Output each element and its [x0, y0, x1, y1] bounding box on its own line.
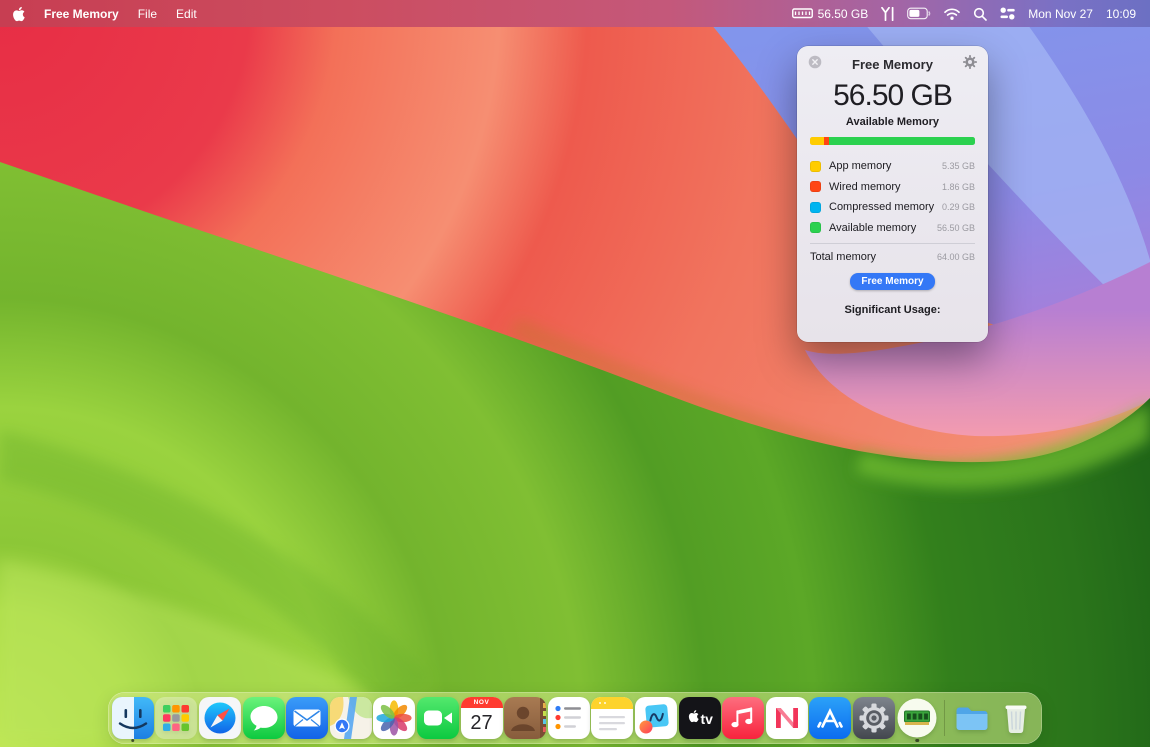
dock-item-apple-tv[interactable]: tv [678, 695, 722, 741]
dock-item-free-memory[interactable] [896, 695, 940, 741]
legend-label: Wired memory [829, 181, 901, 193]
messages-icon [243, 697, 285, 739]
available-memory-caption: Available Memory [797, 116, 988, 128]
legend-color-swatch [810, 161, 821, 172]
control-center-icon[interactable] [1000, 7, 1015, 20]
system-settings-icon [853, 697, 895, 739]
usage-bar-segment [829, 137, 975, 145]
memory-legend-row: Wired memory 1.86 GB [810, 177, 975, 198]
dock-item-launchpad[interactable] [155, 695, 199, 741]
legend-label: Compressed memory [829, 201, 934, 213]
legend-value: 1.86 GB [942, 182, 975, 192]
menu-bar-date[interactable]: Mon Nov 27 [1028, 7, 1093, 21]
launchpad-icon [155, 697, 197, 739]
legend-value: 0.29 GB [942, 202, 975, 212]
photos-icon [373, 697, 415, 739]
popover-title: Free Memory [852, 57, 933, 72]
menu-extra-icon[interactable] [881, 7, 894, 21]
spotlight-search-icon[interactable] [973, 7, 987, 21]
memory-usage-bar [810, 137, 975, 145]
dock-item-messages[interactable] [242, 695, 286, 741]
finder-icon [112, 697, 154, 739]
ram-icon [792, 6, 813, 21]
dock-item-contacts[interactable] [503, 695, 547, 741]
svg-text:tv: tv [700, 711, 713, 727]
dock-item-freeform[interactable] [634, 695, 678, 741]
dock-item-news[interactable] [765, 695, 809, 741]
legend-value: 56.50 GB [937, 223, 975, 233]
dock-item-maps[interactable] [329, 695, 373, 741]
legend-value: 5.35 GB [942, 161, 975, 171]
total-memory-row: Total memory 64.00 GB [810, 244, 975, 269]
memory-legend-row: App memory 5.35 GB [810, 156, 975, 177]
apple-tv-icon: tv [679, 697, 721, 739]
trash-icon [995, 697, 1037, 739]
dock-item-finder[interactable] [111, 695, 155, 741]
memory-status-label: 56.50 GB [818, 7, 869, 21]
notes-icon [591, 697, 633, 739]
memory-legend-row: Available memory 56.50 GB [810, 218, 975, 239]
dock-item-calendar[interactable]: NOV 27 [460, 695, 504, 741]
legend-color-swatch [810, 202, 821, 213]
dock-item-trash[interactable] [994, 695, 1038, 741]
app-menu-title[interactable]: Free Memory [44, 7, 119, 21]
total-memory-label: Total memory [810, 251, 876, 263]
available-memory-value: 56.50 GB [797, 79, 988, 113]
usage-bar-segment [810, 137, 824, 145]
dock-separator [944, 700, 945, 736]
calendar-icon: NOV 27 [461, 697, 503, 739]
running-indicator [916, 739, 920, 743]
reminders-icon [548, 697, 590, 739]
dock-item-downloads-folder[interactable] [950, 695, 994, 741]
apple-menu[interactable] [12, 6, 25, 22]
total-memory-value: 64.00 GB [937, 252, 975, 262]
safari-icon [199, 697, 241, 739]
legend-label: App memory [829, 160, 891, 172]
close-icon[interactable] [808, 55, 822, 74]
calendar-month: NOV [461, 697, 503, 708]
dock-item-reminders[interactable] [547, 695, 591, 741]
legend-color-swatch [810, 222, 821, 233]
dock-item-facetime[interactable] [416, 695, 460, 741]
free-memory-button[interactable]: Free Memory [850, 273, 934, 290]
free-memory-app-icon [896, 697, 938, 739]
memory-legend: App memory 5.35 GB Wired memory 1.86 GB … [810, 156, 975, 238]
dock-item-mail[interactable] [285, 695, 329, 741]
dock: NOV 27 tv [108, 692, 1042, 744]
menu-edit[interactable]: Edit [176, 7, 197, 21]
legend-color-swatch [810, 181, 821, 192]
legend-label: Available memory [829, 222, 916, 234]
mail-icon [286, 697, 328, 739]
music-icon [722, 697, 764, 739]
dock-item-safari[interactable] [198, 695, 242, 741]
memory-legend-row: Compressed memory 0.29 GB [810, 197, 975, 218]
gear-icon[interactable] [963, 55, 977, 74]
dock-item-photos[interactable] [373, 695, 417, 741]
dock-item-app-store[interactable] [809, 695, 853, 741]
memory-status-item[interactable]: 56.50 GB [792, 6, 869, 21]
contacts-icon [504, 697, 546, 739]
freeform-icon [635, 697, 677, 739]
menu-bar: Free Memory File Edit 56.50 GB Mon Nov 2… [0, 0, 1150, 27]
facetime-icon [417, 697, 459, 739]
dock-item-notes[interactable] [591, 695, 635, 741]
free-memory-popover: Free Memory 56.50 GB Available Memory Ap… [797, 46, 988, 342]
apple-logo-icon [12, 6, 25, 22]
significant-usage-heading: Significant Usage: [797, 304, 988, 316]
menu-file[interactable]: File [138, 7, 157, 21]
downloads-folder-icon [951, 697, 993, 739]
dock-item-music[interactable] [721, 695, 765, 741]
running-indicator [131, 739, 135, 743]
wifi-icon[interactable] [944, 8, 960, 20]
maps-icon [330, 697, 372, 739]
app-store-icon [809, 697, 851, 739]
news-icon [766, 697, 808, 739]
calendar-day: 27 [461, 708, 503, 739]
dock-item-system-settings[interactable] [852, 695, 896, 741]
menu-bar-time[interactable]: 10:09 [1106, 7, 1136, 21]
battery-icon[interactable] [907, 7, 931, 20]
